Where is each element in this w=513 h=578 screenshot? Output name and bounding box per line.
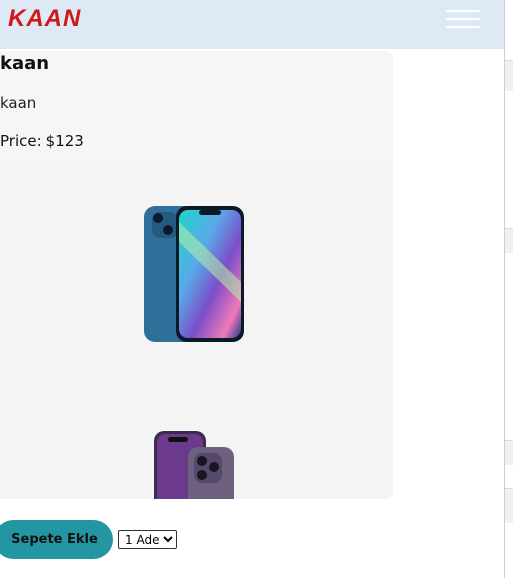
add-to-cart-button[interactable]: Sepete Ekle xyxy=(0,520,113,559)
brand-logo[interactable]: KAAN xyxy=(8,5,81,33)
quantity-select[interactable]: 1 Adet xyxy=(118,530,177,549)
price-label: Price: xyxy=(0,132,42,150)
devtools-edge xyxy=(504,0,513,578)
product-image-2 xyxy=(0,393,393,499)
product-image-1 xyxy=(0,162,393,385)
product-price: Price: $123 xyxy=(0,132,84,150)
iphone-13-blue-image xyxy=(144,206,244,342)
price-value: $123 xyxy=(45,132,84,150)
product-card: kaan kaan Price: $123 xyxy=(0,51,393,499)
hamburger-menu-icon[interactable] xyxy=(446,8,480,30)
product-title: kaan xyxy=(0,53,50,74)
navbar: KAAN xyxy=(0,0,504,49)
product-description: kaan xyxy=(0,94,37,112)
iphone-14-pro-purple-image xyxy=(154,431,234,499)
